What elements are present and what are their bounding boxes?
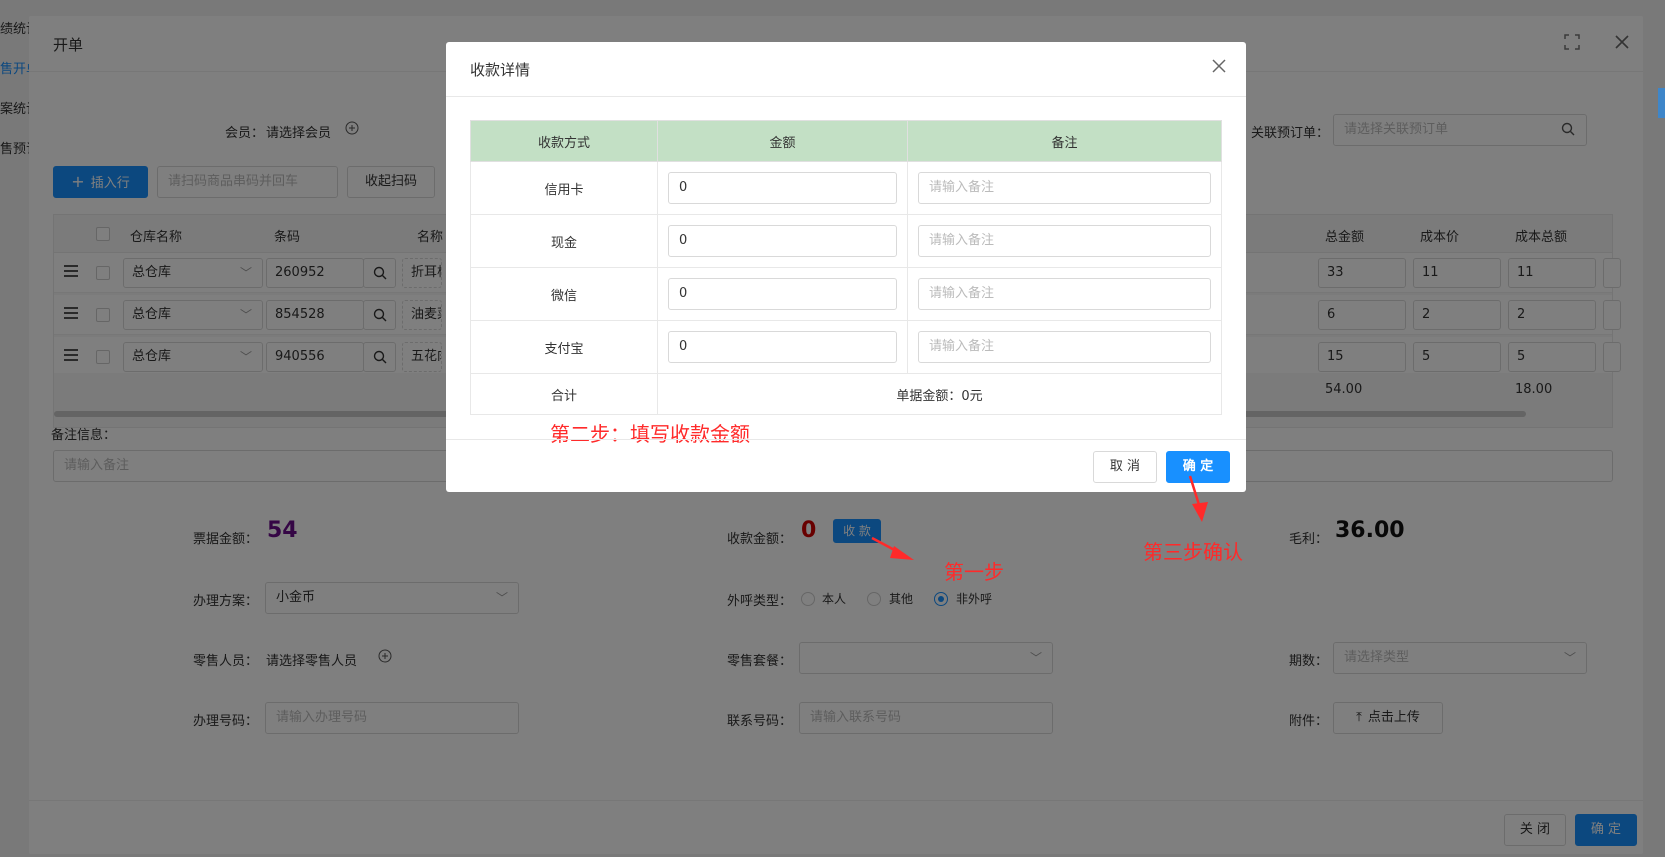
payment-row: 支付宝 0 请输入备注 xyxy=(470,320,1222,374)
remark-input[interactable]: 请输入备注 xyxy=(918,225,1211,257)
payment-table: 收款方式 金额 备注 信用卡 0 请输入备注 现金 0 请输入备注 微信 0 请… xyxy=(470,120,1222,415)
amount-input[interactable]: 0 xyxy=(668,278,897,310)
remark-input[interactable]: 请输入备注 xyxy=(918,278,1211,310)
header-method: 收款方式 xyxy=(470,120,658,162)
arrow-step1-icon xyxy=(871,536,914,560)
amount-input[interactable]: 0 xyxy=(668,225,897,257)
header-remark: 备注 xyxy=(907,120,1222,162)
payment-modal-footer: 取 消 确 定 xyxy=(446,439,1246,492)
payment-details-modal: 收款详情 收款方式 金额 备注 信用卡 0 请输入备注 现金 0 请输入备注 微… xyxy=(446,42,1246,492)
payment-modal-header: 收款详情 xyxy=(446,42,1246,97)
remark-input[interactable]: 请输入备注 xyxy=(918,331,1211,363)
total-value: 单据金额：0元 xyxy=(657,373,1222,415)
background-edge xyxy=(1658,88,1665,118)
payment-method: 微信 xyxy=(470,267,658,321)
amount-input[interactable]: 0 xyxy=(668,331,897,363)
total-label: 合计 xyxy=(470,373,658,415)
amount-input[interactable]: 0 xyxy=(668,172,897,204)
payment-modal-title: 收款详情 xyxy=(470,61,531,79)
payment-total-row: 合计 单据金额：0元 xyxy=(470,373,1222,415)
payment-method: 现金 xyxy=(470,214,658,268)
payment-method: 信用卡 xyxy=(470,161,658,215)
payment-row: 现金 0 请输入备注 xyxy=(470,214,1222,268)
payment-table-header: 收款方式 金额 备注 xyxy=(470,120,1222,162)
header-amount: 金额 xyxy=(657,120,908,162)
annotation-step1: 第一步 xyxy=(944,560,1004,584)
cancel-button[interactable]: 取 消 xyxy=(1093,451,1157,483)
payment-method: 支付宝 xyxy=(470,320,658,374)
payment-row: 微信 0 请输入备注 xyxy=(470,267,1222,321)
remark-input[interactable]: 请输入备注 xyxy=(918,172,1211,204)
close-icon[interactable] xyxy=(1212,56,1226,76)
arrow-step3-icon xyxy=(1188,475,1208,522)
payment-row: 信用卡 0 请输入备注 xyxy=(470,161,1222,215)
annotation-step3: 第三步确认 xyxy=(1143,540,1243,564)
